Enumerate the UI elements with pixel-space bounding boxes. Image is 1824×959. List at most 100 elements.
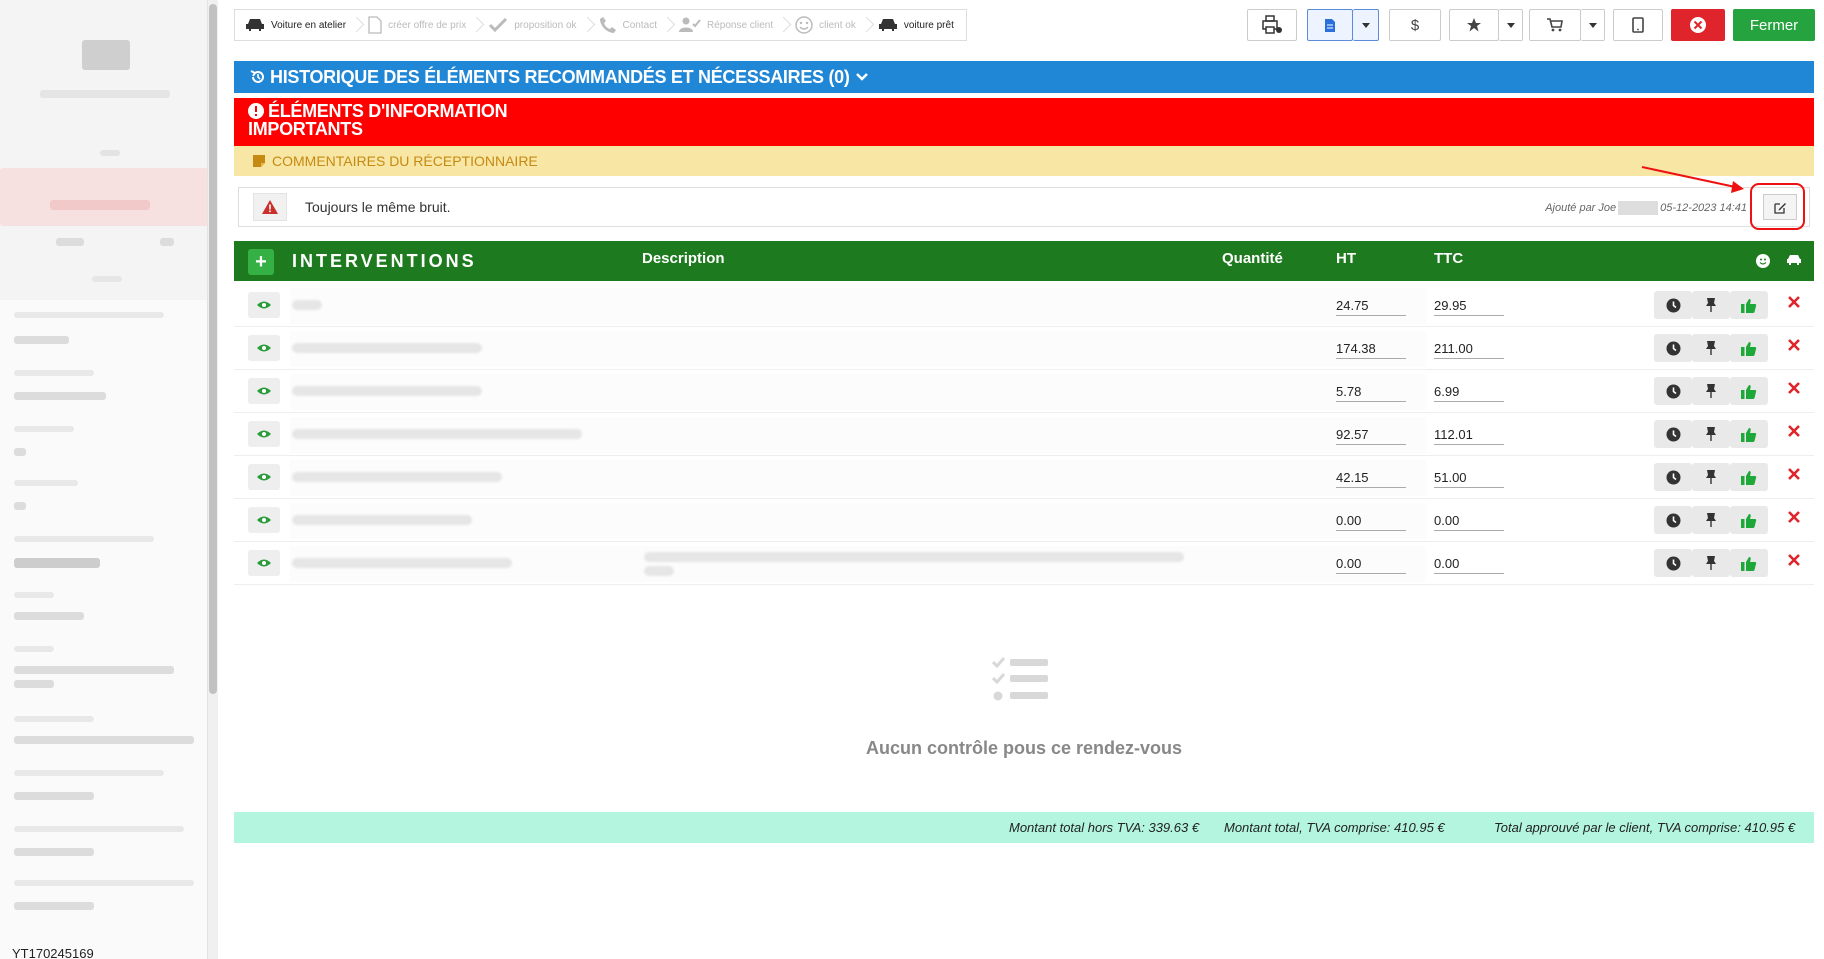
view-button[interactable]: [248, 550, 280, 576]
step-contact[interactable]: Contact: [589, 10, 669, 40]
approve-button[interactable]: [1730, 506, 1768, 534]
history-icon: [250, 70, 264, 83]
step-create-quote[interactable]: créer offre de prix: [358, 10, 478, 40]
price-ttc-input[interactable]: 0.00: [1434, 513, 1504, 531]
price-button[interactable]: $: [1389, 9, 1441, 41]
sidebar-scrollbar[interactable]: [208, 0, 218, 959]
price-ht-input[interactable]: 42.15: [1336, 470, 1406, 488]
delete-icon[interactable]: [1788, 382, 1800, 394]
document-button[interactable]: [1307, 9, 1353, 41]
history-button[interactable]: [1654, 334, 1692, 362]
sidebar-text: [92, 276, 122, 282]
history-button[interactable]: [1654, 377, 1692, 405]
chevron-down-icon: [855, 72, 868, 81]
approve-button[interactable]: [1730, 420, 1768, 448]
approve-button[interactable]: [1730, 549, 1768, 577]
pin-button[interactable]: [1692, 506, 1730, 534]
favorite-button[interactable]: [1449, 9, 1499, 41]
pin-button[interactable]: [1692, 334, 1730, 362]
price-ht-input[interactable]: 0.00: [1336, 513, 1406, 531]
sidebar-scrollbar-thumb[interactable]: [209, 4, 217, 694]
pin-button[interactable]: [1692, 420, 1730, 448]
interventions-header: + INTERVENTIONS Description Quantité HT …: [234, 241, 1814, 281]
intervention-description-field[interactable]: [290, 288, 1426, 324]
eye-icon: [257, 387, 271, 395]
eye-icon: [257, 516, 271, 524]
delete-icon[interactable]: [1788, 511, 1800, 523]
price-ttc-input[interactable]: 51.00: [1434, 470, 1504, 488]
view-button[interactable]: [248, 378, 280, 404]
thumbs-up-icon: [1741, 384, 1757, 399]
delete-icon[interactable]: [1788, 468, 1800, 480]
cart-dropdown-toggle[interactable]: [1581, 9, 1605, 41]
delete-icon[interactable]: [1788, 296, 1800, 308]
cart-icon: [1547, 18, 1563, 32]
step-client-answer[interactable]: Réponse client: [669, 10, 785, 40]
price-ttc-input[interactable]: 0.00: [1434, 556, 1504, 574]
price-ht-input[interactable]: 0.00: [1336, 556, 1406, 574]
sidebar-details-panel: [0, 300, 207, 959]
pin-button[interactable]: [1692, 463, 1730, 491]
eye-icon: [257, 559, 271, 567]
history-button[interactable]: [1654, 463, 1692, 491]
step-proposal-ok[interactable]: proposition ok: [478, 10, 588, 40]
pin-button[interactable]: [1692, 377, 1730, 405]
view-button[interactable]: [248, 292, 280, 318]
cart-button[interactable]: [1529, 9, 1581, 41]
view-button[interactable]: [248, 464, 280, 490]
price-ht-input[interactable]: 5.78: [1336, 384, 1406, 402]
approve-button[interactable]: [1730, 291, 1768, 319]
pin-button[interactable]: [1692, 549, 1730, 577]
step-car-in-workshop[interactable]: Voiture en atelier: [235, 10, 358, 40]
price-ttc-input[interactable]: 112.01: [1434, 427, 1504, 445]
close-button[interactable]: Fermer: [1733, 9, 1815, 41]
price-ht-input[interactable]: 92.57: [1336, 427, 1406, 445]
step-label: client ok: [819, 19, 856, 31]
total-incl-vat: Montant total, TVA comprise: 410.95 €: [1224, 820, 1445, 835]
thumbs-up-icon: [1741, 513, 1757, 528]
history-button[interactable]: [1654, 291, 1692, 319]
history-title: HISTORIQUE DES ÉLÉMENTS RECOMMANDÉS ET N…: [270, 66, 850, 87]
tablet-button[interactable]: [1613, 9, 1663, 41]
sidebar-text: [160, 238, 174, 246]
step-client-ok[interactable]: client ok: [785, 10, 868, 40]
view-button[interactable]: [248, 335, 280, 361]
sidebar-logo: [82, 40, 130, 70]
price-ht-input[interactable]: 24.75: [1336, 298, 1406, 316]
document-dropdown-toggle[interactable]: [1353, 9, 1379, 41]
history-button[interactable]: [1654, 506, 1692, 534]
delete-icon[interactable]: [1788, 554, 1800, 566]
print-button[interactable]: [1247, 9, 1297, 41]
interventions-title: INTERVENTIONS: [292, 251, 477, 271]
view-button[interactable]: [248, 507, 280, 533]
approve-button[interactable]: [1730, 334, 1768, 362]
clock-icon: [1666, 341, 1680, 355]
history-button[interactable]: [1654, 420, 1692, 448]
smile-icon: [1756, 254, 1770, 268]
price-ttc-input[interactable]: 211.00: [1434, 341, 1504, 359]
step-label: créer offre de prix: [388, 19, 467, 31]
cancel-button[interactable]: [1671, 9, 1725, 41]
approve-button[interactable]: [1730, 463, 1768, 491]
price-ttc-input[interactable]: 29.95: [1434, 298, 1504, 316]
caret-down-icon: [1588, 22, 1597, 28]
warning-badge: [253, 193, 287, 221]
delete-icon[interactable]: [1788, 339, 1800, 351]
pin-icon: [1706, 427, 1716, 441]
step-car-ready[interactable]: voiture prêt: [868, 10, 966, 40]
sidebar-text: [100, 150, 120, 156]
intervention-row: 5.78 6.99: [234, 370, 1814, 413]
step-label: voiture prêt: [903, 19, 954, 31]
price-ht-input[interactable]: 174.38: [1336, 341, 1406, 359]
history-section-toggle[interactable]: HISTORIQUE DES ÉLÉMENTS RECOMMANDÉS ET N…: [234, 61, 1814, 93]
favorite-dropdown-toggle[interactable]: [1499, 9, 1523, 41]
history-button[interactable]: [1654, 549, 1692, 577]
pin-icon: [1706, 298, 1716, 312]
view-button[interactable]: [248, 421, 280, 447]
delete-icon[interactable]: [1788, 425, 1800, 437]
column-description: Description: [642, 250, 725, 267]
add-intervention-button[interactable]: +: [248, 249, 274, 275]
approve-button[interactable]: [1730, 377, 1768, 405]
pin-button[interactable]: [1692, 291, 1730, 319]
price-ttc-input[interactable]: 6.99: [1434, 384, 1504, 402]
